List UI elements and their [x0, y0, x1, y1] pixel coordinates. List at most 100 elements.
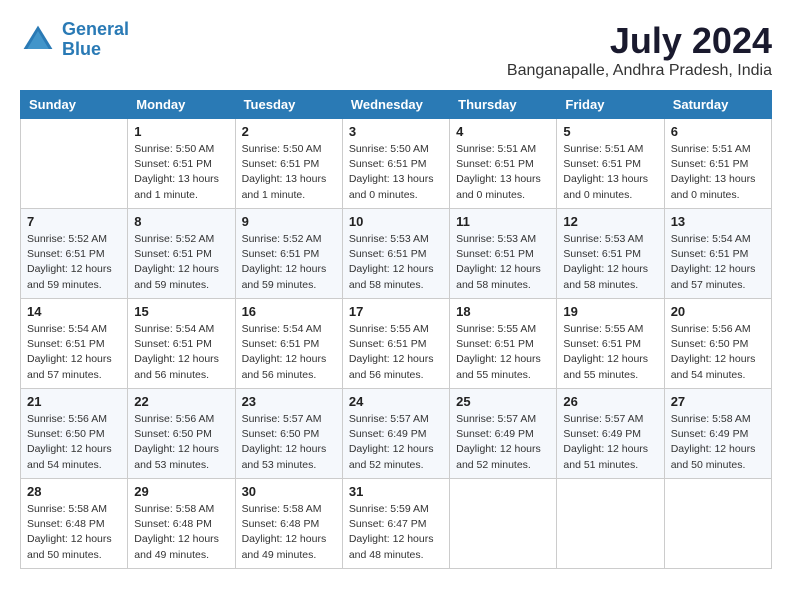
- day-number: 13: [671, 214, 765, 229]
- month-title: July 2024: [507, 20, 772, 62]
- title-block: July 2024 Banganapalle, Andhra Pradesh, …: [507, 20, 772, 80]
- calendar-week-row: 28 Sunrise: 5:58 AMSunset: 6:48 PMDayligh…: [21, 479, 772, 569]
- calendar-day-cell: 20Sunrise: 5:56 AMSunset: 6:50 PMDayligh…: [664, 299, 771, 389]
- calendar-day-cell: 27 Sunrise: 5:58 AMSunset: 6:49 PMDayligh…: [664, 389, 771, 479]
- day-info: Sunrise: 5:57 AMSunset: 6:49 PMDaylight:…: [563, 412, 657, 473]
- day-number: 28: [27, 484, 121, 499]
- calendar-day-cell: 21 Sunrise: 5:56 AMSunset: 6:50 PMDayligh…: [21, 389, 128, 479]
- day-info: Sunrise: 5:52 AMSunset: 6:51 PMDaylight:…: [27, 232, 121, 293]
- day-info: Sunrise: 5:55 AMSunset: 6:51 PMDaylight:…: [349, 322, 443, 383]
- calendar-day-cell: 2Sunrise: 5:50 AMSunset: 6:51 PMDaylight…: [235, 119, 342, 209]
- day-number: 15: [134, 304, 228, 319]
- day-of-week-header: Saturday: [664, 91, 771, 119]
- day-number: 1: [134, 124, 228, 139]
- day-info: Sunrise: 5:57 AMSunset: 6:50 PMDaylight:…: [242, 412, 336, 473]
- day-info: Sunrise: 5:55 AMSunset: 6:51 PMDaylight:…: [563, 322, 657, 383]
- calendar-day-cell: 7 Sunrise: 5:52 AMSunset: 6:51 PMDaylight…: [21, 209, 128, 299]
- calendar-day-cell: 3 Sunrise: 5:50 AMSunset: 6:51 PMDaylight…: [342, 119, 449, 209]
- day-info: Sunrise: 5:51 AMSunset: 6:51 PMDaylight:…: [563, 142, 657, 203]
- calendar-table: SundayMondayTuesdayWednesdayThursdayFrid…: [20, 90, 772, 569]
- calendar-day-cell: 11 Sunrise: 5:53 AMSunset: 6:51 PMDayligh…: [450, 209, 557, 299]
- day-info: Sunrise: 5:52 AMSunset: 6:51 PMDaylight:…: [242, 232, 336, 293]
- day-number: 26: [563, 394, 657, 409]
- calendar-day-cell: 8Sunrise: 5:52 AMSunset: 6:51 PMDaylight…: [128, 209, 235, 299]
- day-of-week-header: Monday: [128, 91, 235, 119]
- calendar-day-cell: 22 Sunrise: 5:56 AMSunset: 6:50 PMDayligh…: [128, 389, 235, 479]
- day-info: Sunrise: 5:52 AMSunset: 6:51 PMDaylight:…: [134, 232, 228, 293]
- calendar-day-cell: 6 Sunrise: 5:51 AMSunset: 6:51 PMDaylight…: [664, 119, 771, 209]
- calendar-day-cell: 23 Sunrise: 5:57 AMSunset: 6:50 PMDayligh…: [235, 389, 342, 479]
- calendar-week-row: 14 Sunrise: 5:54 AMSunset: 6:51 PMDayligh…: [21, 299, 772, 389]
- day-info: Sunrise: 5:53 AMSunset: 6:51 PMDaylight:…: [456, 232, 550, 293]
- day-number: 18: [456, 304, 550, 319]
- calendar-day-cell: 16Sunrise: 5:54 AMSunset: 6:51 PMDayligh…: [235, 299, 342, 389]
- day-number: 29: [134, 484, 228, 499]
- day-info: Sunrise: 5:50 AMSunset: 6:51 PMDaylight:…: [242, 142, 336, 203]
- calendar-day-cell: 17 Sunrise: 5:55 AMSunset: 6:51 PMDayligh…: [342, 299, 449, 389]
- calendar-day-cell: 12 Sunrise: 5:53 AMSunset: 6:51 PMDayligh…: [557, 209, 664, 299]
- day-number: 12: [563, 214, 657, 229]
- page-header: General Blue July 2024 Banganapalle, And…: [20, 20, 772, 80]
- day-info: Sunrise: 5:51 AMSunset: 6:51 PMDaylight:…: [456, 142, 550, 203]
- day-number: 14: [27, 304, 121, 319]
- day-info: Sunrise: 5:54 AMSunset: 6:51 PMDaylight:…: [671, 232, 765, 293]
- day-of-week-header: Tuesday: [235, 91, 342, 119]
- logo-line2: Blue: [62, 39, 101, 59]
- day-info: Sunrise: 5:56 AMSunset: 6:50 PMDaylight:…: [27, 412, 121, 473]
- calendar-day-cell: 29 Sunrise: 5:58 AMSunset: 6:48 PMDayligh…: [128, 479, 235, 569]
- day-info: Sunrise: 5:58 AMSunset: 6:49 PMDaylight:…: [671, 412, 765, 473]
- calendar-day-cell: 28 Sunrise: 5:58 AMSunset: 6:48 PMDayligh…: [21, 479, 128, 569]
- day-number: 30: [242, 484, 336, 499]
- day-info: Sunrise: 5:54 AMSunset: 6:51 PMDaylight:…: [27, 322, 121, 383]
- day-info: Sunrise: 5:53 AMSunset: 6:51 PMDaylight:…: [563, 232, 657, 293]
- day-number: 6: [671, 124, 765, 139]
- calendar-day-cell: 15 Sunrise: 5:54 AMSunset: 6:51 PMDayligh…: [128, 299, 235, 389]
- day-info: Sunrise: 5:53 AMSunset: 6:51 PMDaylight:…: [349, 232, 443, 293]
- logo-icon: [20, 22, 56, 58]
- day-info: Sunrise: 5:54 AMSunset: 6:51 PMDaylight:…: [242, 322, 336, 383]
- day-of-week-header: Wednesday: [342, 91, 449, 119]
- calendar-day-cell: [557, 479, 664, 569]
- day-info: Sunrise: 5:50 AMSunset: 6:51 PMDaylight:…: [349, 142, 443, 203]
- day-number: 7: [27, 214, 121, 229]
- calendar-day-cell: 24Sunrise: 5:57 AMSunset: 6:49 PMDayligh…: [342, 389, 449, 479]
- calendar-day-cell: 13 Sunrise: 5:54 AMSunset: 6:51 PMDayligh…: [664, 209, 771, 299]
- calendar-day-cell: [450, 479, 557, 569]
- day-number: 21: [27, 394, 121, 409]
- day-number: 3: [349, 124, 443, 139]
- calendar-day-cell: 4 Sunrise: 5:51 AMSunset: 6:51 PMDaylight…: [450, 119, 557, 209]
- day-number: 27: [671, 394, 765, 409]
- day-info: Sunrise: 5:55 AMSunset: 6:51 PMDaylight:…: [456, 322, 550, 383]
- location-subtitle: Banganapalle, Andhra Pradesh, India: [507, 62, 772, 80]
- day-number: 22: [134, 394, 228, 409]
- calendar-day-cell: 5 Sunrise: 5:51 AMSunset: 6:51 PMDaylight…: [557, 119, 664, 209]
- day-info: Sunrise: 5:54 AMSunset: 6:51 PMDaylight:…: [134, 322, 228, 383]
- calendar-day-cell: 31 Sunrise: 5:59 AMSunset: 6:47 PMDayligh…: [342, 479, 449, 569]
- calendar-day-cell: 26 Sunrise: 5:57 AMSunset: 6:49 PMDayligh…: [557, 389, 664, 479]
- day-number: 9: [242, 214, 336, 229]
- day-info: Sunrise: 5:56 AMSunset: 6:50 PMDaylight:…: [134, 412, 228, 473]
- day-number: 4: [456, 124, 550, 139]
- calendar-day-cell: 10 Sunrise: 5:53 AMSunset: 6:51 PMDayligh…: [342, 209, 449, 299]
- calendar-day-cell: 9 Sunrise: 5:52 AMSunset: 6:51 PMDaylight…: [235, 209, 342, 299]
- day-number: 31: [349, 484, 443, 499]
- day-info: Sunrise: 5:59 AMSunset: 6:47 PMDaylight:…: [349, 502, 443, 563]
- calendar-day-cell: 18 Sunrise: 5:55 AMSunset: 6:51 PMDayligh…: [450, 299, 557, 389]
- day-info: Sunrise: 5:58 AMSunset: 6:48 PMDaylight:…: [27, 502, 121, 563]
- day-number: 10: [349, 214, 443, 229]
- day-number: 24: [349, 394, 443, 409]
- day-number: 23: [242, 394, 336, 409]
- logo: General Blue: [20, 20, 129, 60]
- calendar-week-row: 21 Sunrise: 5:56 AMSunset: 6:50 PMDayligh…: [21, 389, 772, 479]
- day-info: Sunrise: 5:51 AMSunset: 6:51 PMDaylight:…: [671, 142, 765, 203]
- day-of-week-header: Thursday: [450, 91, 557, 119]
- day-of-week-header: Sunday: [21, 91, 128, 119]
- day-info: Sunrise: 5:58 AMSunset: 6:48 PMDaylight:…: [134, 502, 228, 563]
- day-info: Sunrise: 5:58 AMSunset: 6:48 PMDaylight:…: [242, 502, 336, 563]
- day-number: 11: [456, 214, 550, 229]
- logo-text: General Blue: [62, 20, 129, 60]
- day-number: 17: [349, 304, 443, 319]
- day-number: 5: [563, 124, 657, 139]
- day-info: Sunrise: 5:56 AMSunset: 6:50 PMDaylight:…: [671, 322, 765, 383]
- calendar-day-cell: [664, 479, 771, 569]
